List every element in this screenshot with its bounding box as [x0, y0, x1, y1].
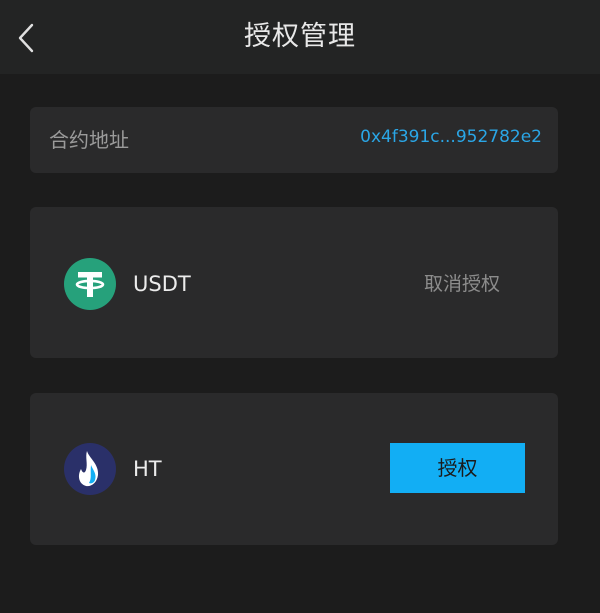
token-card-usdt: USDT 取消授权	[30, 207, 558, 358]
contract-address-value[interactable]: 0x4f391c...952782e2	[360, 107, 542, 173]
top-bar: 授权管理	[0, 0, 600, 74]
tether-icon	[64, 258, 116, 310]
page-title: 授权管理	[244, 21, 356, 52]
token-card-ht: HT 授权	[30, 393, 558, 545]
contract-address-label: 合约地址	[49, 128, 129, 152]
huobi-token-icon	[64, 443, 116, 495]
token-name-ht: HT	[133, 457, 162, 481]
token-name-usdt: USDT	[133, 272, 191, 296]
revoke-authorization-button[interactable]: 取消授权	[424, 264, 500, 304]
contract-address-card: 合约地址 0x4f391c...952782e2	[30, 107, 558, 173]
authorize-button[interactable]: 授权	[390, 443, 525, 493]
